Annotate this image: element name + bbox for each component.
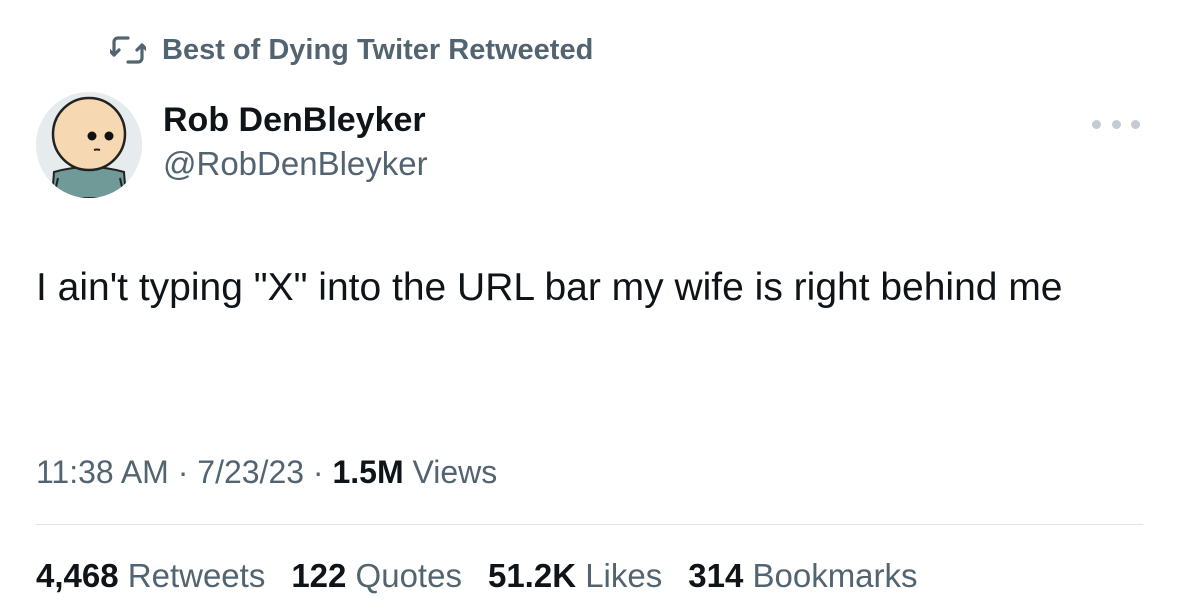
tweet-text: I ain't typing "X" into the URL bar my w…: [36, 266, 1063, 309]
tweet-date[interactable]: 7/23/23: [197, 454, 304, 490]
views-count[interactable]: 1.5M: [332, 454, 403, 490]
tweet-time[interactable]: 11:38 AM: [36, 454, 169, 490]
dot: [1111, 119, 1121, 129]
author-name[interactable]: Rob DenBleyker: [163, 100, 428, 140]
dot: [1131, 119, 1140, 129]
stat-label: Likes: [576, 557, 663, 594]
stat-label: Retweets: [118, 557, 266, 594]
more-dots-icon[interactable]: [1092, 112, 1140, 136]
tweet-meta: 11:38 AM · 7/23/23 · 1.5M Views: [36, 450, 497, 494]
meta-separator: ·: [304, 454, 333, 490]
divider: [36, 524, 1143, 525]
views-label: Views: [403, 454, 498, 490]
dot: [1092, 119, 1101, 129]
retweets-stat[interactable]: 4,468 Retweets: [36, 553, 265, 599]
author-handle[interactable]: @RobDenBleyker: [163, 140, 428, 188]
social-context[interactable]: Best of Dying Twiter Retweeted: [110, 30, 593, 70]
author-block[interactable]: Rob DenBleyker @RobDenBleyker: [163, 100, 428, 188]
stat-count: 51.2K: [487, 557, 577, 594]
cartoon-avatar: [36, 92, 142, 198]
stat-label: Bookmarks: [743, 557, 918, 594]
stat-label: Quotes: [346, 557, 462, 594]
retweet-icon: [110, 30, 150, 70]
stat-count: 314: [688, 557, 744, 594]
stat-count: 122: [291, 557, 347, 594]
quotes-stat[interactable]: 122 Quotes: [291, 553, 462, 599]
stat-count: 4,468: [36, 557, 119, 594]
engagement-stats: 4,468 Retweets 122 Quotes 51.2K Likes 31…: [36, 553, 944, 599]
avatar[interactable]: [36, 92, 142, 198]
bookmarks-stat[interactable]: 314 Bookmarks: [688, 553, 917, 599]
meta-separator: ·: [168, 454, 198, 490]
likes-stat[interactable]: 51.2K Likes: [488, 553, 662, 599]
social-context-text: Best of Dying Twiter Retweeted: [162, 33, 594, 66]
